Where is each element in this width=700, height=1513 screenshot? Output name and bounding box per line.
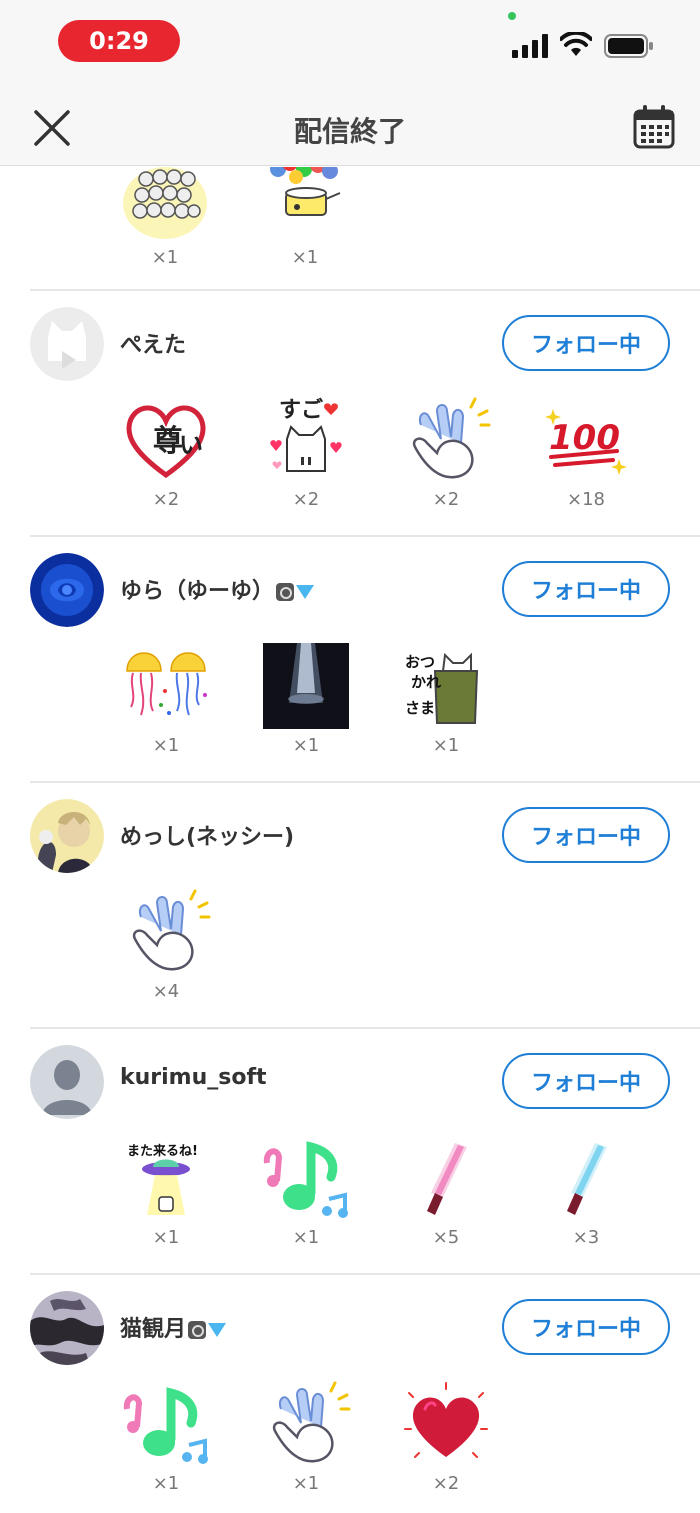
gift-item: ×1	[261, 1133, 351, 1248]
status-time[interactable]: 0:29	[58, 20, 180, 62]
user-avatar[interactable]	[30, 799, 104, 873]
jellyfish-confetti-icon	[126, 652, 207, 716]
gift-item: ×2	[401, 1379, 491, 1494]
heart-toutoi-icon: 尊 い	[126, 405, 206, 479]
gift-list[interactable]: ×1 ×1 ぺえた フォロー中 尊 い ×2 すご ×2 ×2 100 ×18 …	[0, 167, 700, 1513]
gift-count: ×1	[151, 247, 179, 268]
nav-bar: 配信終了	[0, 88, 700, 166]
gift-count: ×3	[572, 1227, 600, 1248]
user-gift-section: めっし(ネッシー) フォロー中 ×4	[30, 783, 700, 1029]
hundred-points-icon: 100	[545, 409, 627, 475]
red-heart-icon	[404, 1382, 488, 1458]
cellular-signal-icon	[512, 34, 550, 58]
gift-count: ×4	[152, 981, 180, 1002]
gift-item: ×5	[401, 1133, 491, 1248]
gift-item: ×1	[260, 167, 350, 268]
music-notes-icon	[263, 1141, 348, 1218]
gift-count: ×1	[292, 735, 320, 756]
gift-item: ×1	[121, 1379, 211, 1494]
clapping-hands-icon	[412, 397, 491, 479]
battery-icon	[604, 34, 653, 58]
svg-text:また来るね!: また来るね!	[127, 1143, 198, 1159]
user-name[interactable]: ゆら（ゆーゆ）	[120, 573, 315, 605]
gift-item: ×1	[261, 1379, 351, 1494]
svg-text:おつ: おつ	[405, 653, 435, 671]
user-avatar[interactable]	[30, 553, 104, 627]
user-name[interactable]: kurimu_soft	[120, 1065, 267, 1090]
music-notes-icon	[123, 1387, 208, 1464]
gift-count: ×2	[432, 489, 460, 510]
svg-text:さま: さま	[405, 699, 435, 717]
following-button[interactable]: フォロー中	[502, 1299, 670, 1355]
gift-item: 尊 い ×2	[121, 395, 211, 510]
pink-penlight-icon	[427, 1143, 467, 1215]
user-gift-section: ゆら（ゆーゆ） フォロー中 ×1 ×1 おつ かれ さま ×1	[30, 537, 700, 783]
following-button[interactable]: フォロー中	[502, 315, 670, 371]
following-button[interactable]: フォロー中	[502, 561, 670, 617]
user-avatar[interactable]	[30, 307, 104, 381]
instagram-badge-icon	[276, 583, 295, 601]
gift-item: ×3	[541, 1133, 631, 1248]
following-button[interactable]: フォロー中	[502, 807, 670, 863]
sugoi-cat-icon: すご	[270, 397, 342, 472]
svg-text:かれ: かれ	[411, 673, 441, 691]
diamond-badge-icon	[208, 1323, 227, 1337]
gift-item: ×2	[401, 395, 491, 510]
user-name[interactable]: ぺえた	[120, 327, 186, 359]
gift-item: また来るね! ×1	[121, 1133, 211, 1248]
towels-stack-icon	[123, 167, 207, 239]
mata-kuru-ne-ufo-icon: また来るね!	[127, 1143, 198, 1215]
gift-count: ×1	[432, 735, 460, 756]
status-bar: 0:29	[0, 0, 700, 88]
user-name[interactable]: めっし(ネッシー)	[120, 819, 294, 851]
user-gift-section: ぺえた フォロー中 尊 い ×2 すご ×2 ×2 100 ×18	[30, 291, 700, 537]
spotlight-icon	[263, 643, 349, 729]
otsukaresama-cat-icon: おつ かれ さま	[405, 652, 479, 724]
clapping-hands-icon	[272, 1381, 351, 1463]
user-gift-section: kurimu_soft フォロー中 また来るね! ×1 ×1 ×5 ×3	[30, 1029, 700, 1275]
svg-text:い: い	[179, 431, 203, 459]
gift-item: おつ かれ さま ×1	[401, 641, 491, 756]
gift-count: ×1	[292, 1227, 320, 1248]
gift-item: ×1	[120, 167, 210, 268]
balloons-bucket-icon	[270, 167, 341, 216]
svg-text:すご: すご	[279, 397, 323, 423]
gift-count: ×18	[567, 489, 605, 510]
page-title: 配信終了	[293, 115, 406, 148]
calendar-icon[interactable]	[632, 104, 676, 150]
privacy-indicator-dot	[508, 12, 516, 20]
gift-item: ×4	[121, 887, 211, 1002]
clapping-hands-icon	[132, 889, 211, 971]
gift-section-previous: ×1 ×1	[30, 167, 700, 291]
user-gift-section: 猫観月 フォロー中 ×1 ×1 ×2	[30, 1275, 700, 1513]
gift-count: ×1	[152, 1473, 180, 1494]
blue-penlight-icon	[567, 1143, 607, 1215]
following-button[interactable]: フォロー中	[502, 1053, 670, 1109]
user-avatar[interactable]	[30, 1045, 104, 1119]
gift-count: ×5	[432, 1227, 460, 1248]
gift-item: 100 ×18	[541, 395, 631, 510]
gift-count: ×1	[152, 735, 180, 756]
gift-count: ×1	[292, 1473, 320, 1494]
gift-count: ×2	[292, 489, 320, 510]
user-avatar[interactable]	[30, 1291, 104, 1365]
diamond-badge-icon	[296, 585, 315, 599]
user-name[interactable]: 猫観月	[120, 1311, 227, 1343]
gift-count: ×2	[432, 1473, 460, 1494]
gift-item: すご ×2	[261, 395, 351, 510]
wifi-icon	[560, 32, 592, 56]
gift-count: ×1	[291, 247, 319, 268]
instagram-badge-icon	[188, 1321, 207, 1339]
gift-count: ×2	[152, 489, 180, 510]
gift-count: ×1	[152, 1227, 180, 1248]
gift-item: ×1	[261, 641, 351, 756]
gift-item: ×1	[121, 641, 211, 756]
